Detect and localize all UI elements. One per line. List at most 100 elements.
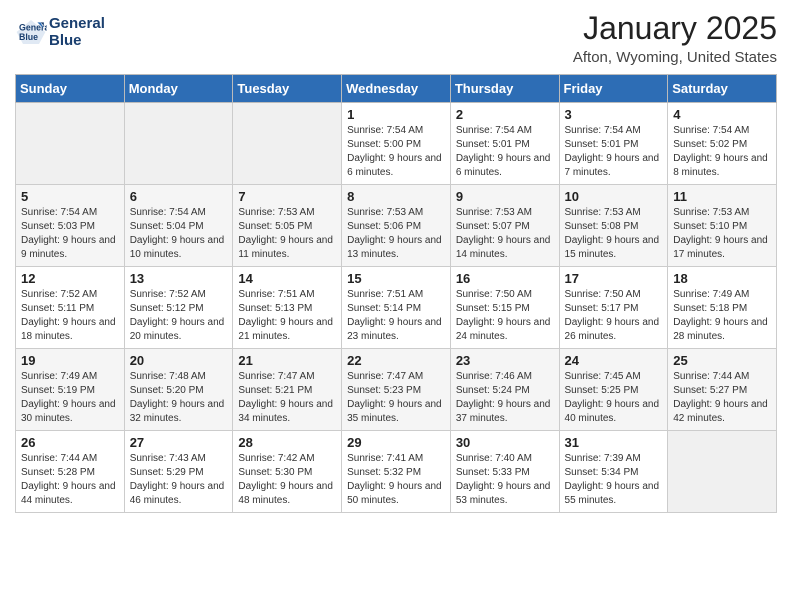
day-number: 2: [456, 107, 554, 122]
month-title: January 2025: [573, 10, 777, 47]
day-info: Sunrise: 7:48 AMSunset: 5:20 PMDaylight:…: [130, 370, 228, 426]
day-number: 4: [673, 107, 771, 122]
weekday-header-row: SundayMondayTuesdayWednesdayThursdayFrid…: [16, 75, 777, 103]
day-number: 21: [238, 353, 336, 368]
day-info: Sunrise: 7:54 AMSunset: 5:04 PMDaylight:…: [130, 206, 228, 262]
weekday-monday: Monday: [124, 75, 233, 103]
day-number: 26: [21, 435, 119, 450]
day-cell: 15 Sunrise: 7:51 AMSunset: 5:14 PMDayligh…: [342, 267, 451, 349]
day-cell: 30Sunrise: 7:40 AMSunset: 5:33 PMDayligh…: [450, 431, 559, 513]
day-cell: 10 Sunrise: 7:53 AMSunset: 5:08 PMDayligh…: [559, 185, 668, 267]
day-info: Sunrise: 7:46 AMSunset: 5:24 PMDaylight:…: [456, 370, 554, 426]
day-cell: 29 Sunrise: 7:41 AMSunset: 5:32 PMDayligh…: [342, 431, 451, 513]
day-info: Sunrise: 7:53 AMSunset: 5:05 PMDaylight:…: [238, 206, 336, 262]
day-cell: [124, 103, 233, 185]
day-number: 14: [238, 271, 336, 286]
day-cell: 6 Sunrise: 7:54 AMSunset: 5:04 PMDaylight…: [124, 185, 233, 267]
svg-text:Blue: Blue: [19, 32, 38, 42]
day-info: Sunrise: 7:53 AMSunset: 5:07 PMDaylight:…: [456, 206, 554, 262]
day-cell: 5Sunrise: 7:54 AMSunset: 5:03 PMDaylight…: [16, 185, 125, 267]
day-cell: 4 Sunrise: 7:54 AMSunset: 5:02 PMDaylight…: [668, 103, 777, 185]
calendar-body: 1 Sunrise: 7:54 AMSunset: 5:00 PMDaylight…: [16, 103, 777, 513]
day-info: Sunrise: 7:53 AMSunset: 5:06 PMDaylight:…: [347, 206, 445, 262]
day-info: Sunrise: 7:45 AMSunset: 5:25 PMDaylight:…: [565, 370, 663, 426]
day-cell: 25Sunrise: 7:44 AMSunset: 5:27 PMDayligh…: [668, 349, 777, 431]
day-number: 13: [130, 271, 228, 286]
day-number: 19: [21, 353, 119, 368]
day-number: 11: [673, 189, 771, 204]
day-number: 6: [130, 189, 228, 204]
day-number: 18: [673, 271, 771, 286]
day-cell: [668, 431, 777, 513]
day-cell: 8 Sunrise: 7:53 AMSunset: 5:06 PMDaylight…: [342, 185, 451, 267]
day-info: Sunrise: 7:40 AMSunset: 5:33 PMDaylight:…: [456, 452, 554, 508]
weekday-wednesday: Wednesday: [342, 75, 451, 103]
logo-line2: Blue: [49, 32, 105, 49]
day-info: Sunrise: 7:54 AMSunset: 5:02 PMDaylight:…: [673, 124, 771, 180]
day-number: 28: [238, 435, 336, 450]
day-number: 1: [347, 107, 445, 122]
logo-icon: General Blue: [15, 16, 47, 48]
day-info: Sunrise: 7:54 AMSunset: 5:01 PMDaylight:…: [456, 124, 554, 180]
day-info: Sunrise: 7:49 AMSunset: 5:19 PMDaylight:…: [21, 370, 119, 426]
day-number: 12: [21, 271, 119, 286]
day-number: 17: [565, 271, 663, 286]
day-number: 10: [565, 189, 663, 204]
day-cell: 18 Sunrise: 7:49 AMSunset: 5:18 PMDayligh…: [668, 267, 777, 349]
day-info: Sunrise: 7:41 AMSunset: 5:32 PMDaylight:…: [347, 452, 445, 508]
week-row-3: 12 Sunrise: 7:52 AMSunset: 5:11 PMDayligh…: [16, 267, 777, 349]
day-cell: 24Sunrise: 7:45 AMSunset: 5:25 PMDayligh…: [559, 349, 668, 431]
day-cell: 17Sunrise: 7:50 AMSunset: 5:17 PMDayligh…: [559, 267, 668, 349]
day-info: Sunrise: 7:44 AMSunset: 5:27 PMDaylight:…: [673, 370, 771, 426]
day-info: Sunrise: 7:50 AMSunset: 5:15 PMDaylight:…: [456, 288, 554, 344]
weekday-saturday: Saturday: [668, 75, 777, 103]
logo: General Blue General Blue: [15, 15, 105, 49]
weekday-tuesday: Tuesday: [233, 75, 342, 103]
day-info: Sunrise: 7:53 AMSunset: 5:10 PMDaylight:…: [673, 206, 771, 262]
weekday-thursday: Thursday: [450, 75, 559, 103]
weekday-friday: Friday: [559, 75, 668, 103]
weekday-sunday: Sunday: [16, 75, 125, 103]
day-info: Sunrise: 7:49 AMSunset: 5:18 PMDaylight:…: [673, 288, 771, 344]
week-row-4: 19 Sunrise: 7:49 AMSunset: 5:19 PMDayligh…: [16, 349, 777, 431]
day-number: 27: [130, 435, 228, 450]
day-cell: 31Sunrise: 7:39 AMSunset: 5:34 PMDayligh…: [559, 431, 668, 513]
day-info: Sunrise: 7:44 AMSunset: 5:28 PMDaylight:…: [21, 452, 119, 508]
day-cell: 3Sunrise: 7:54 AMSunset: 5:01 PMDaylight…: [559, 103, 668, 185]
day-cell: 21 Sunrise: 7:47 AMSunset: 5:21 PMDayligh…: [233, 349, 342, 431]
day-cell: 1 Sunrise: 7:54 AMSunset: 5:00 PMDaylight…: [342, 103, 451, 185]
day-cell: 12 Sunrise: 7:52 AMSunset: 5:11 PMDayligh…: [16, 267, 125, 349]
day-cell: 23 Sunrise: 7:46 AMSunset: 5:24 PMDayligh…: [450, 349, 559, 431]
day-info: Sunrise: 7:51 AMSunset: 5:13 PMDaylight:…: [238, 288, 336, 344]
day-number: 7: [238, 189, 336, 204]
day-number: 5: [21, 189, 119, 204]
day-info: Sunrise: 7:39 AMSunset: 5:34 PMDaylight:…: [565, 452, 663, 508]
day-number: 8: [347, 189, 445, 204]
day-number: 23: [456, 353, 554, 368]
day-number: 9: [456, 189, 554, 204]
day-cell: 9 Sunrise: 7:53 AMSunset: 5:07 PMDaylight…: [450, 185, 559, 267]
day-cell: 14 Sunrise: 7:51 AMSunset: 5:13 PMDayligh…: [233, 267, 342, 349]
page-header: General Blue General Blue January 2025 A…: [15, 10, 777, 66]
week-row-1: 1 Sunrise: 7:54 AMSunset: 5:00 PMDaylight…: [16, 103, 777, 185]
day-info: Sunrise: 7:47 AMSunset: 5:23 PMDaylight:…: [347, 370, 445, 426]
day-cell: 26 Sunrise: 7:44 AMSunset: 5:28 PMDayligh…: [16, 431, 125, 513]
logo-line1: General: [49, 15, 105, 32]
day-cell: [16, 103, 125, 185]
day-number: 29: [347, 435, 445, 450]
day-info: Sunrise: 7:54 AMSunset: 5:00 PMDaylight:…: [347, 124, 445, 180]
title-block: January 2025 Afton, Wyoming, United Stat…: [573, 10, 777, 66]
day-cell: [233, 103, 342, 185]
day-number: 15: [347, 271, 445, 286]
day-cell: 2 Sunrise: 7:54 AMSunset: 5:01 PMDaylight…: [450, 103, 559, 185]
day-cell: 22 Sunrise: 7:47 AMSunset: 5:23 PMDayligh…: [342, 349, 451, 431]
week-row-5: 26 Sunrise: 7:44 AMSunset: 5:28 PMDayligh…: [16, 431, 777, 513]
day-info: Sunrise: 7:42 AMSunset: 5:30 PMDaylight:…: [238, 452, 336, 508]
day-info: Sunrise: 7:53 AMSunset: 5:08 PMDaylight:…: [565, 206, 663, 262]
day-info: Sunrise: 7:54 AMSunset: 5:01 PMDaylight:…: [565, 124, 663, 180]
day-info: Sunrise: 7:47 AMSunset: 5:21 PMDaylight:…: [238, 370, 336, 426]
day-info: Sunrise: 7:51 AMSunset: 5:14 PMDaylight:…: [347, 288, 445, 344]
day-number: 22: [347, 353, 445, 368]
day-cell: 28 Sunrise: 7:42 AMSunset: 5:30 PMDayligh…: [233, 431, 342, 513]
day-info: Sunrise: 7:52 AMSunset: 5:11 PMDaylight:…: [21, 288, 119, 344]
